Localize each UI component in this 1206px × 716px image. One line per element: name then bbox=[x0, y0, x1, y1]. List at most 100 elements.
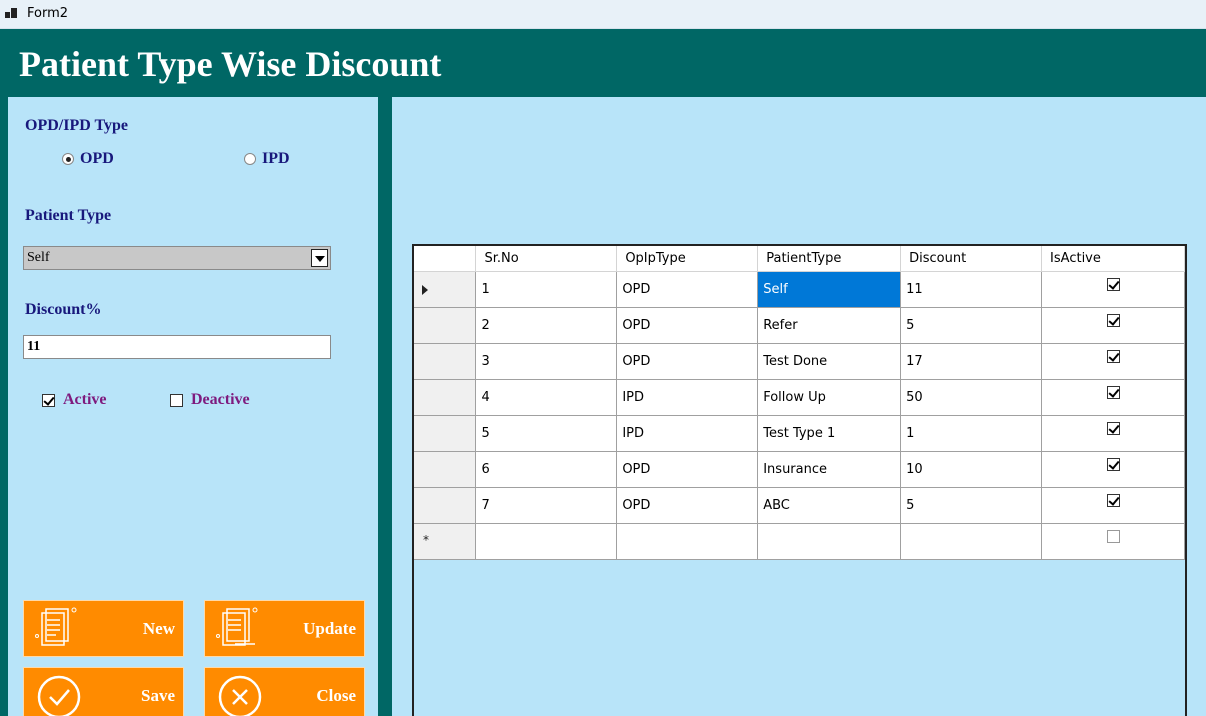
discount-input[interactable]: 11 bbox=[23, 335, 331, 359]
app-icon bbox=[5, 8, 17, 20]
table-row[interactable]: 2 OPD Refer 5 bbox=[414, 307, 1185, 344]
column-header-isactive[interactable]: IsActive bbox=[1041, 246, 1185, 272]
cell-srno[interactable]: 1 bbox=[475, 271, 618, 308]
cell-opiptype[interactable]: OPD bbox=[616, 451, 759, 488]
cell-discount[interactable]: 10 bbox=[900, 451, 1043, 488]
patient-type-dropdown[interactable]: Self bbox=[23, 246, 331, 270]
update-button-label: Update bbox=[303, 619, 356, 638]
cell-discount[interactable]: 5 bbox=[900, 307, 1043, 344]
table-header-row: Sr.No OpIpType PatientType Discount IsAc… bbox=[414, 246, 1185, 272]
isactive-checkbox[interactable] bbox=[1106, 385, 1120, 399]
cell-patienttype[interactable]: Follow Up bbox=[757, 379, 902, 416]
current-row-arrow-icon bbox=[422, 284, 428, 295]
isactive-checkbox[interactable] bbox=[1106, 457, 1120, 471]
table-row[interactable]: 5 IPD Test Type 1 1 bbox=[414, 415, 1185, 452]
update-button[interactable]: Update bbox=[204, 600, 365, 657]
cell-discount[interactable] bbox=[900, 523, 1043, 560]
opd-radio[interactable]: OPD bbox=[62, 150, 114, 168]
cell-opiptype[interactable]: OPD bbox=[616, 307, 759, 344]
isactive-checkbox[interactable] bbox=[1106, 421, 1120, 435]
save-button-label: Save bbox=[141, 686, 175, 705]
active-checkbox[interactable]: Active bbox=[42, 391, 107, 409]
isactive-checkbox[interactable] bbox=[1106, 277, 1120, 291]
isactive-checkbox[interactable] bbox=[1106, 529, 1120, 543]
new-row-asterisk-icon: * bbox=[423, 532, 429, 547]
new-button[interactable]: New bbox=[23, 600, 184, 657]
cell-isactive[interactable] bbox=[1041, 343, 1185, 380]
row-header[interactable] bbox=[414, 487, 477, 524]
cell-srno[interactable]: 4 bbox=[475, 379, 618, 416]
cell-opiptype[interactable]: IPD bbox=[616, 379, 759, 416]
opd-radio-button[interactable] bbox=[62, 153, 74, 165]
cell-discount[interactable]: 17 bbox=[900, 343, 1043, 380]
table-new-row[interactable]: * bbox=[414, 523, 1185, 560]
document-edit-icon bbox=[216, 607, 258, 646]
table-row[interactable]: 1 OPD Self 11 bbox=[414, 271, 1185, 308]
cell-discount[interactable]: 11 bbox=[900, 271, 1043, 308]
cell-srno[interactable]: 2 bbox=[475, 307, 618, 344]
cell-patienttype[interactable]: Test Done bbox=[757, 343, 902, 380]
cell-srno[interactable] bbox=[475, 523, 618, 560]
ipd-radio-button[interactable] bbox=[244, 153, 256, 165]
row-header[interactable] bbox=[414, 271, 477, 308]
save-button[interactable]: Save bbox=[23, 667, 184, 716]
cell-srno[interactable]: 5 bbox=[475, 415, 618, 452]
isactive-checkbox[interactable] bbox=[1106, 313, 1120, 327]
row-header[interactable]: * bbox=[414, 523, 477, 560]
column-header-patienttype[interactable]: PatientType bbox=[757, 246, 902, 272]
cell-isactive[interactable] bbox=[1041, 307, 1185, 344]
cell-srno[interactable]: 7 bbox=[475, 487, 618, 524]
cell-isactive[interactable] bbox=[1041, 487, 1185, 524]
column-header-srno[interactable]: Sr.No bbox=[475, 246, 618, 272]
cell-patienttype[interactable]: ABC bbox=[757, 487, 902, 524]
cell-discount[interactable]: 50 bbox=[900, 379, 1043, 416]
cell-opiptype[interactable]: OPD bbox=[616, 271, 759, 308]
cell-opiptype[interactable]: OPD bbox=[616, 487, 759, 524]
column-header-discount[interactable]: Discount bbox=[900, 246, 1043, 272]
discount-grid[interactable]: Sr.No OpIpType PatientType Discount IsAc… bbox=[412, 244, 1187, 716]
table-row[interactable]: 4 IPD Follow Up 50 bbox=[414, 379, 1185, 416]
isactive-checkbox[interactable] bbox=[1106, 493, 1120, 507]
discount-input-value: 11 bbox=[27, 339, 41, 354]
cell-patienttype[interactable] bbox=[757, 523, 902, 560]
cell-isactive[interactable] bbox=[1041, 415, 1185, 452]
deactive-checkbox[interactable]: Deactive bbox=[170, 391, 250, 409]
isactive-checkbox[interactable] bbox=[1106, 349, 1120, 363]
deactive-checkbox-box[interactable] bbox=[170, 393, 183, 407]
frame-divider bbox=[378, 97, 392, 716]
patient-type-value: Self bbox=[27, 250, 50, 265]
cell-isactive[interactable] bbox=[1041, 523, 1185, 560]
active-checkbox-box[interactable] bbox=[42, 393, 55, 407]
close-button[interactable]: Close bbox=[204, 667, 365, 716]
cell-srno[interactable]: 6 bbox=[475, 451, 618, 488]
row-header[interactable] bbox=[414, 307, 477, 344]
cell-opiptype[interactable]: IPD bbox=[616, 415, 759, 452]
row-header[interactable] bbox=[414, 415, 477, 452]
cell-opiptype[interactable]: OPD bbox=[616, 343, 759, 380]
window-title: Form2 bbox=[27, 6, 69, 21]
cell-discount[interactable]: 5 bbox=[900, 487, 1043, 524]
table-row[interactable]: 6 OPD Insurance 10 bbox=[414, 451, 1185, 488]
cell-isactive[interactable] bbox=[1041, 379, 1185, 416]
ipd-radio[interactable]: IPD bbox=[244, 150, 290, 168]
cell-patienttype[interactable]: Insurance bbox=[757, 451, 902, 488]
table-row[interactable]: 3 OPD Test Done 17 bbox=[414, 343, 1185, 380]
column-header-opiptype[interactable]: OpIpType bbox=[616, 246, 759, 272]
row-header[interactable] bbox=[414, 343, 477, 380]
patient-type-label: Patient Type bbox=[25, 207, 112, 224]
cell-isactive[interactable] bbox=[1041, 451, 1185, 488]
row-header[interactable] bbox=[414, 451, 477, 488]
window-titlebar: Form2 bbox=[0, 0, 1206, 29]
cell-patienttype[interactable]: Self bbox=[757, 271, 902, 308]
row-header[interactable] bbox=[414, 379, 477, 416]
cell-isactive[interactable] bbox=[1041, 271, 1185, 308]
chevron-down-icon[interactable] bbox=[311, 249, 328, 267]
cell-srno[interactable]: 3 bbox=[475, 343, 618, 380]
frame-border-left bbox=[0, 97, 8, 716]
table-row[interactable]: 7 OPD ABC 5 bbox=[414, 487, 1185, 524]
cell-patienttype[interactable]: Test Type 1 bbox=[757, 415, 902, 452]
cell-patienttype[interactable]: Refer bbox=[757, 307, 902, 344]
active-checkbox-label: Active bbox=[63, 391, 107, 408]
cell-opiptype[interactable] bbox=[616, 523, 759, 560]
cell-discount[interactable]: 1 bbox=[900, 415, 1043, 452]
